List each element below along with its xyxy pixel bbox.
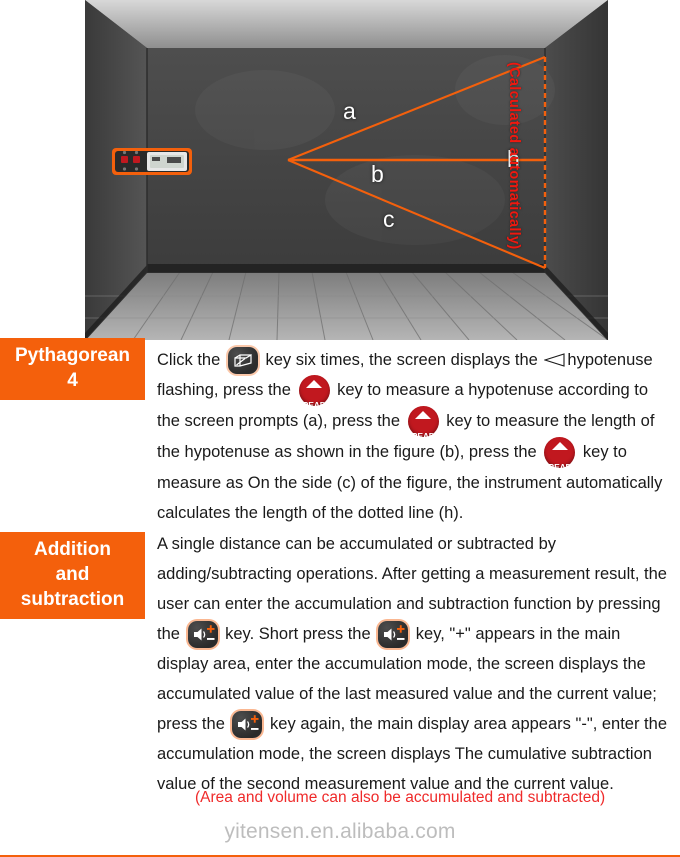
read-key-label: READ: [548, 462, 572, 472]
plus-minus-key-icon[interactable]: [232, 711, 263, 738]
area-volume-note: (Area and volume can also be accumulated…: [195, 789, 606, 806]
pyth-text-part-2: key six times, the screen displays the: [260, 351, 543, 369]
site-watermark: yitensen.en.alibaba.com: [224, 820, 456, 843]
chip-line-2: and: [55, 564, 90, 585]
chip-line-1: Pythagorean: [14, 345, 131, 366]
chip-line-1: Addition: [33, 539, 112, 560]
read-key-triangle: [306, 380, 322, 388]
room-diagram: a b c h (Calculated automatically): [85, 0, 608, 340]
pythagorean-description: Click the key six times, the screen disp…: [157, 345, 675, 528]
read-key-triangle: [551, 442, 568, 450]
hypotenuse-triangle-icon: [544, 353, 565, 367]
read-key-label: READ: [411, 431, 435, 441]
diagram-label-c: c: [383, 206, 395, 232]
volume-box-key-icon[interactable]: [227, 347, 258, 374]
add-text-part-2: key. Short press the: [220, 625, 376, 643]
plus-minus-glyph: [384, 625, 405, 641]
plus-minus-glyph: [193, 625, 215, 641]
box-glyph: [234, 354, 252, 367]
addition-subtraction-description: A single distance can be accumulated or …: [157, 529, 675, 799]
calculated-automatically-note: (Calculated automatically): [506, 62, 522, 250]
diagram-label-a: a: [343, 98, 356, 124]
section-chip-addition-subtraction: Addition and subtraction: [0, 532, 145, 619]
read-key-icon[interactable]: READ: [407, 406, 439, 441]
chip-line-3: subtraction: [20, 589, 125, 610]
read-key-icon[interactable]: READ: [544, 437, 576, 472]
plus-minus-key-icon[interactable]: [187, 621, 218, 648]
room-illustration: [85, 0, 608, 340]
plus-minus-key-icon[interactable]: [378, 621, 409, 648]
pyth-text-part-1: Click the: [157, 351, 225, 369]
read-key-triangle: [415, 411, 432, 419]
section-chip-pythagorean: Pythagorean 4: [0, 338, 145, 400]
laser-distance-meter-device: [112, 148, 192, 175]
diagram-label-b: b: [371, 161, 384, 187]
read-key-label: READ: [302, 400, 326, 410]
read-key-icon[interactable]: READ: [298, 375, 330, 410]
plus-minus-glyph: [238, 715, 259, 731]
chip-line-2: 4: [67, 370, 78, 391]
